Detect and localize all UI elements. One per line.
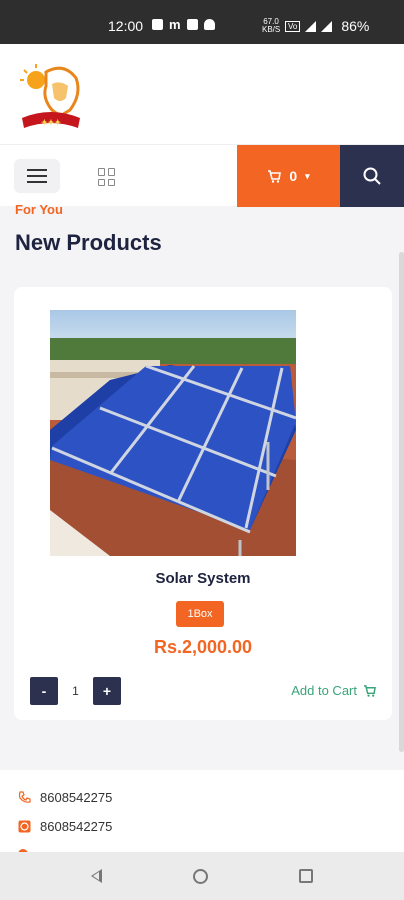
cart-icon — [363, 684, 376, 697]
variant-badge[interactable]: 1Box — [176, 601, 224, 627]
whatsapp-icon — [18, 820, 31, 833]
site-header: ✦✦✦ — [0, 44, 404, 144]
system-icons: 67.0 KB/S Vo 86% — [262, 17, 370, 35]
cart-count: 0 — [289, 168, 298, 184]
grid-icon[interactable] — [98, 168, 116, 186]
m-app-icon: m — [169, 17, 181, 32]
wifi-icon — [305, 20, 317, 32]
menu-button[interactable] — [14, 159, 60, 193]
phone-icon — [18, 791, 31, 803]
grid-cell — [108, 178, 115, 186]
site-footer: 8608542275 8608542275 — [0, 770, 404, 860]
search-icon — [363, 167, 381, 185]
svg-text:✦✦✦: ✦✦✦ — [41, 118, 61, 127]
quantity-increase-button[interactable]: + — [93, 677, 121, 705]
battery-level: 86% — [341, 18, 370, 34]
back-icon[interactable] — [91, 869, 102, 883]
quantity-value[interactable]: 1 — [58, 677, 93, 705]
cart-button[interactable]: 0 ▾ — [237, 145, 340, 207]
system-nav-bar — [0, 852, 404, 900]
product-name[interactable]: Solar System — [14, 570, 392, 587]
add-to-cart-label: Add to Cart — [291, 683, 357, 698]
menu-icon — [27, 169, 47, 171]
menu-icon-line — [27, 181, 47, 183]
status-time: 12:00 — [108, 18, 144, 34]
product-card: Solar System 1Box Rs.2,000.00 - 1 + Add … — [14, 287, 392, 720]
phone-contact[interactable]: 8608542275 — [18, 790, 112, 805]
cart-icon — [268, 169, 282, 183]
chevron-down-icon: ▾ — [305, 170, 310, 181]
search-button[interactable] — [340, 145, 404, 207]
section-title: New Products — [15, 230, 162, 255]
whatsapp-contact[interactable]: 8608542275 — [18, 819, 112, 834]
section-eyebrow: For You — [15, 202, 63, 217]
snapchat-icon — [203, 19, 215, 30]
brand-logo[interactable]: ✦✦✦ — [16, 58, 86, 134]
grid-cell — [108, 168, 115, 176]
product-image[interactable] — [50, 310, 296, 556]
page-scrollbar[interactable] — [399, 252, 404, 752]
signal-icon — [321, 20, 333, 32]
status-bar: 12:00 m 67.0 KB/S Vo 86% — [0, 0, 404, 44]
image-icon — [152, 19, 163, 30]
quantity-decrease-button[interactable]: - — [30, 677, 58, 705]
home-icon[interactable] — [193, 868, 208, 884]
menu-icon-line — [27, 175, 47, 177]
add-to-cart-button[interactable]: Add to Cart — [291, 683, 376, 698]
phone-number: 8608542275 — [40, 790, 113, 805]
toolbar: 0 ▾ — [0, 144, 404, 207]
recent-apps-icon[interactable] — [299, 869, 313, 883]
square-icon — [186, 19, 198, 30]
notification-icons: m — [152, 17, 215, 32]
whatsapp-number: 8608542275 — [40, 819, 113, 834]
product-price: Rs.2,000.00 — [153, 637, 253, 657]
grid-cell — [98, 168, 105, 176]
grid-cell — [98, 178, 105, 186]
volte-icon: Vo — [285, 20, 301, 32]
net-speed-icon: 67.0 KB/S — [262, 17, 281, 34]
